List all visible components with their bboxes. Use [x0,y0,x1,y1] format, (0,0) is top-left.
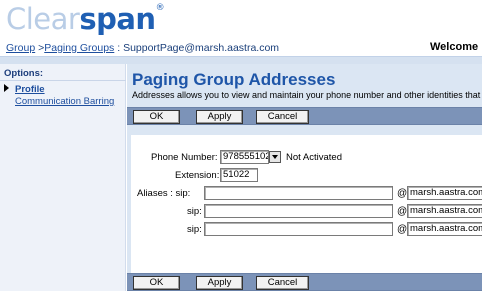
at-sign: @ [397,224,408,235]
breadcrumb-paging-groups-link[interactable]: Paging Groups [44,42,114,54]
sidebar-item-profile[interactable]: Profile [4,84,45,95]
sidebar-item-label: Profile [15,84,45,95]
sip-label: sip: [187,224,202,235]
chevron-down-icon[interactable] [269,151,281,163]
alias-input-3[interactable] [204,222,393,236]
breadcrumb-separator: > [35,42,45,54]
ok-button[interactable]: OK [133,110,180,124]
top-divider-bar [0,56,482,64]
welcome-text: Welcome [430,41,479,53]
breadcrumb: Group >Paging Groups : SupportPage@marsh… [6,42,279,54]
extension-label: Extension: [175,170,220,181]
aliases-label: Aliases : sip: [137,188,191,199]
form-panel: Phone Number: 9785551022 Not Activated E… [131,135,482,273]
apply-button[interactable]: Apply [196,276,243,290]
current-item-arrow-icon [4,84,9,92]
at-sign: @ [397,206,408,217]
sidebar-item-communication-barring[interactable]: Communication Barring [15,96,114,107]
alias-input-1[interactable] [204,186,393,200]
breadcrumb-current: SupportPage@marsh.aastra.com [123,42,280,54]
main-content: Paging Group Addresses Addresses allows … [127,64,482,291]
phone-status-text: Not Activated [286,152,342,163]
apply-button[interactable]: Apply [196,110,243,124]
clearspan-logo: Clearspan® [6,2,165,36]
bottom-button-bar: OK Apply Cancel [127,273,482,291]
cancel-button[interactable]: Cancel [256,110,309,124]
phone-number-select[interactable]: 9785551022 [220,150,269,164]
alias-input-2[interactable] [204,204,393,218]
top-button-bar: OK Apply Cancel [127,107,482,125]
breadcrumb-separator: : [114,42,124,54]
alias-domain-select-1[interactable]: marsh.aastra.com [407,186,482,200]
page-description: Addresses allows you to view and maintai… [132,90,482,100]
at-sign: @ [397,188,408,199]
sidebar-divider [0,80,126,81]
extension-input[interactable]: 51022 [220,168,258,182]
ok-button[interactable]: OK [133,276,180,290]
sidebar: Options: Profile Communication Barring [0,64,126,291]
alias-domain-select-3[interactable]: marsh.aastra.com [407,222,482,236]
phone-number-label: Phone Number: [151,152,218,163]
cancel-button[interactable]: Cancel [256,276,309,290]
breadcrumb-group-link[interactable]: Group [6,42,35,54]
alias-domain-select-2[interactable]: marsh.aastra.com [407,204,482,218]
sidebar-header: Options: [4,68,44,79]
sip-label: sip: [187,206,202,217]
sidebar-item-label: Communication Barring [15,96,115,107]
page-title: Paging Group Addresses [132,70,336,89]
